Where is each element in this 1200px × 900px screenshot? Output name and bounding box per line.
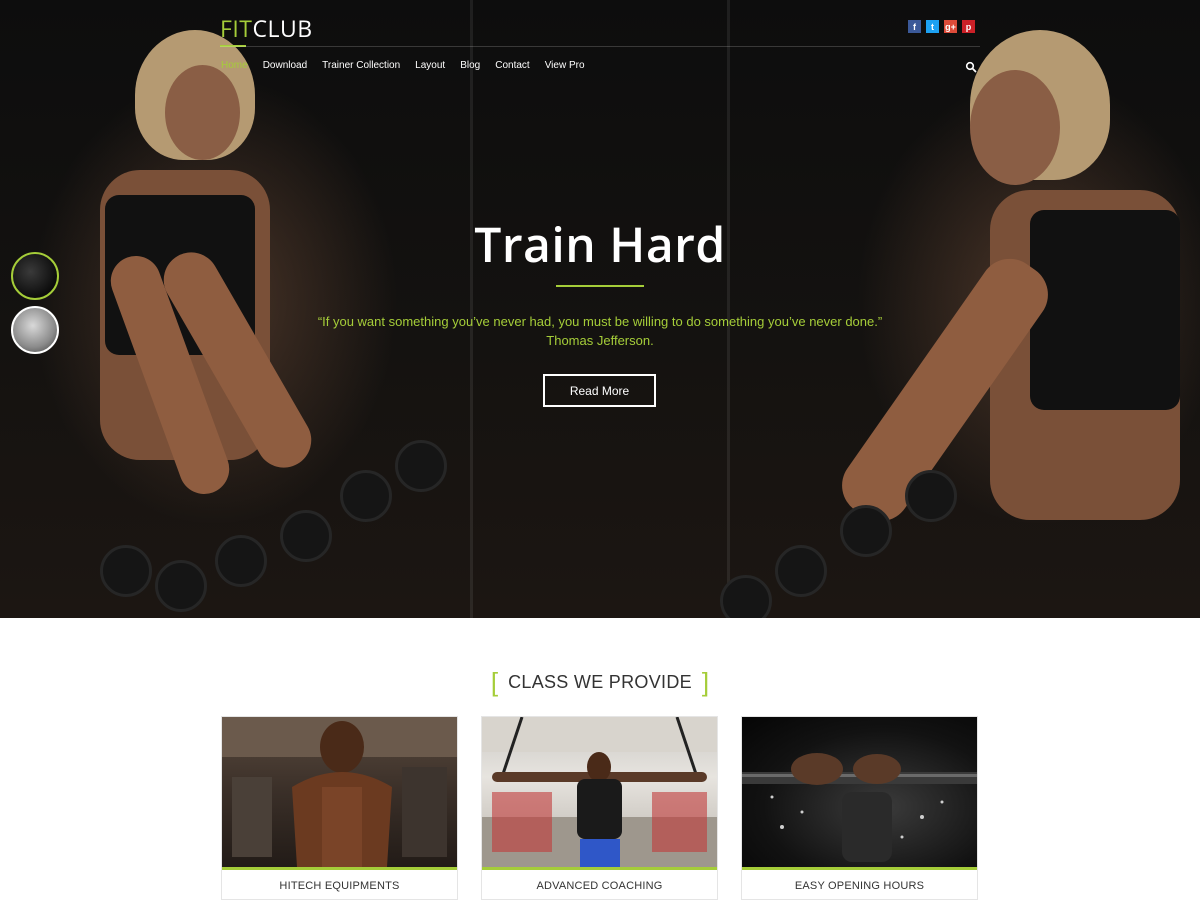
bodybuilder-image xyxy=(222,717,457,867)
nav-item-home[interactable]: Home xyxy=(221,60,248,71)
nav-item-trainer-collection[interactable]: Trainer Collection xyxy=(322,60,400,71)
pinterest-icon[interactable]: p xyxy=(962,20,975,33)
heading-bracket-close: ] xyxy=(701,667,710,697)
barbell-chalk-image xyxy=(742,753,977,862)
read-more-button[interactable]: Read More xyxy=(543,374,656,407)
heading-text: CLASS WE PROVIDE xyxy=(508,672,692,692)
coaching-image xyxy=(482,717,717,867)
search-icon[interactable] xyxy=(965,61,977,73)
hero-quote: “If you want something you’ve never had,… xyxy=(0,312,1200,350)
main-nav: Home Download Trainer Collection Layout … xyxy=(221,60,585,71)
class-card-image xyxy=(482,717,717,867)
nav-item-blog[interactable]: Blog xyxy=(460,60,480,71)
section-title: [ CLASS WE PROVIDE] xyxy=(0,667,1200,698)
facebook-icon[interactable]: f xyxy=(908,20,921,33)
logo-fit: FIT xyxy=(220,12,253,44)
nav-item-download[interactable]: Download xyxy=(263,60,307,71)
google-plus-icon[interactable]: g+ xyxy=(944,20,957,33)
class-card-label: HITECH EQUIPMENTS xyxy=(279,880,400,892)
class-card-label: EASY OPENING HOURS xyxy=(794,880,925,892)
hero-slider xyxy=(0,0,1200,618)
class-card-image xyxy=(222,717,457,867)
header-divider xyxy=(220,46,980,47)
quote-author: Thomas Jefferson. xyxy=(546,333,654,348)
nav-item-layout[interactable]: Layout xyxy=(415,60,445,71)
social-links: f t g+ p xyxy=(908,20,975,33)
class-card-label: ADVANCED COACHING xyxy=(536,880,663,892)
site-logo[interactable]: FITCLUB xyxy=(220,12,313,44)
nav-item-view-pro[interactable]: View Pro xyxy=(545,60,585,71)
nav-item-contact[interactable]: Contact xyxy=(495,60,529,71)
class-card-advanced-coaching[interactable]: ADVANCED COACHING xyxy=(481,716,718,900)
class-card-easy-opening-hours[interactable]: EASY OPENING HOURS xyxy=(741,716,978,900)
quote-text: “If you want something you’ve never had,… xyxy=(317,314,883,329)
heading-bracket-open: [ xyxy=(490,667,499,697)
card-accent-bar xyxy=(742,867,977,870)
class-card-image xyxy=(742,717,977,867)
hero-title-underline xyxy=(556,285,644,287)
class-card-hitech-equipments[interactable]: HITECH EQUIPMENTS xyxy=(221,716,458,900)
mirror-edge xyxy=(470,0,473,618)
card-accent-bar xyxy=(222,867,457,870)
card-accent-bar xyxy=(482,867,717,870)
twitter-icon[interactable]: t xyxy=(926,20,939,33)
hero-title: Train Hard xyxy=(474,212,726,277)
mirror-edge xyxy=(727,0,730,618)
logo-club: CLUB xyxy=(252,12,313,44)
